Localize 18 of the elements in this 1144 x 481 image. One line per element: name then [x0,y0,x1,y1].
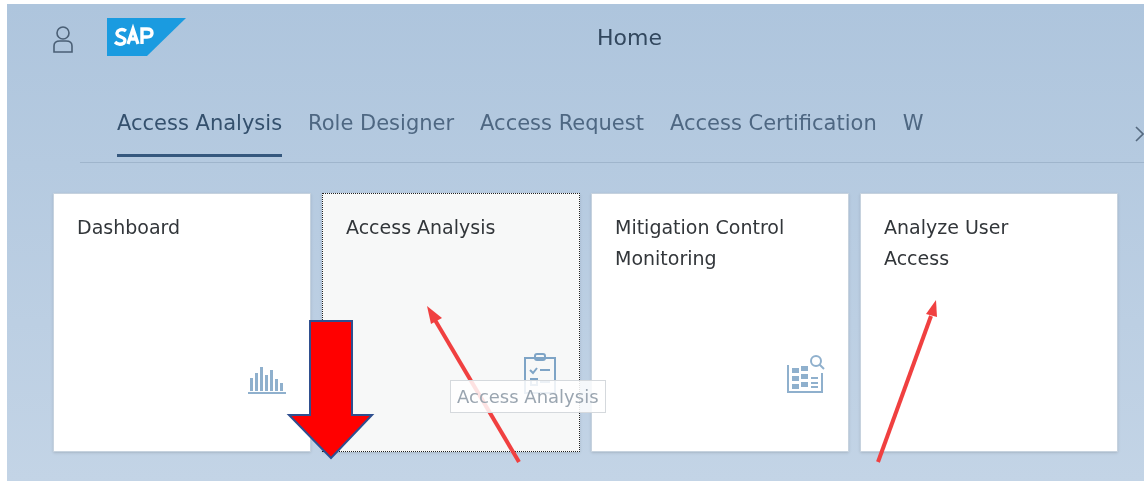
chevron-right-icon[interactable] [1135,126,1144,142]
app-tile[interactable]: Dashboard [53,193,311,452]
tile-title: Access Analysis [346,215,497,240]
bar-chart-icon [248,365,288,395]
tab[interactable]: W [902,108,924,157]
app-tile[interactable]: Analyze User Access [860,193,1118,452]
tab[interactable]: Access Analysis [117,108,283,157]
tab[interactable]: Access Request [480,108,644,157]
tooltip: Access Analysis [450,380,606,413]
user-icon[interactable] [52,26,74,54]
tile-title: Analyze User Access [884,215,1010,271]
table-search-icon [784,353,826,395]
tile-title: Mitigation Control Monitoring [615,215,786,271]
tab[interactable]: Access Certification [669,108,877,157]
tab[interactable]: Role Designer [308,108,455,157]
page-title: Home [597,24,662,52]
tile-title: Dashboard [77,215,182,240]
logo-icon [107,18,186,56]
